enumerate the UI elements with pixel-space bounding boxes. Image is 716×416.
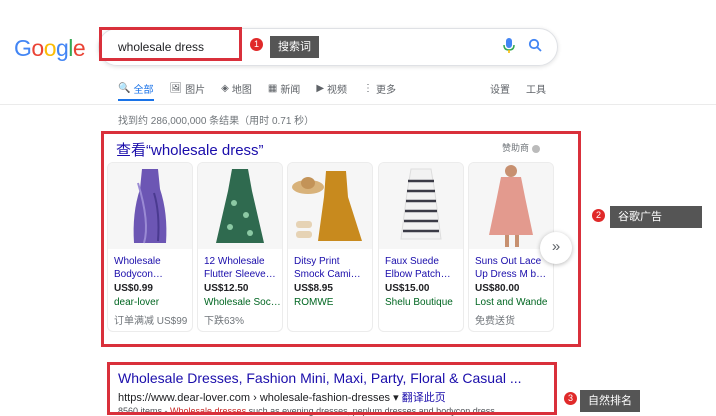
tab-label: 图片 (185, 84, 206, 96)
divider (0, 104, 716, 105)
tab-label: 更多 (376, 84, 397, 96)
tab-label: 视频 (327, 84, 348, 96)
search-term-highlight (99, 27, 242, 61)
annotation-badge-1: 1 (250, 38, 263, 51)
annotation-badge-2: 2 (592, 209, 605, 222)
logo-letter: o (31, 35, 44, 61)
search-icon[interactable] (528, 38, 542, 52)
tab-videos[interactable]: ▶ 视频 (316, 81, 348, 96)
tools-link[interactable]: 工具 (526, 81, 546, 96)
organic-result-highlight (107, 362, 557, 415)
logo-letter: G (14, 35, 32, 61)
more-vert-icon: ⋮ (363, 82, 374, 94)
microphone-icon[interactable] (502, 38, 516, 54)
tab-more[interactable]: ⋮ 更多 (363, 81, 397, 96)
map-icon: ◈ (221, 82, 229, 94)
active-tab-indicator (118, 99, 154, 101)
news-icon: ▦ (267, 82, 278, 94)
tab-label: 全部 (133, 84, 154, 96)
annotation-organic: 自然排名 (580, 390, 640, 412)
tab-all[interactable]: 🔍 全部 (118, 81, 154, 96)
search-icon: 🔍 (118, 82, 131, 94)
settings-link[interactable]: 设置 (490, 81, 510, 96)
annotation-search-term: 搜索词 (270, 36, 319, 58)
tab-news[interactable]: ▦ 新闻 (267, 81, 301, 96)
google-ads-highlight (101, 131, 581, 347)
tab-label: 新闻 (280, 84, 301, 96)
video-icon: ▶ (316, 82, 325, 94)
search-tabs: 🔍 全部 🖼 图片 ◈ 地图 ▦ 新闻 ▶ 视频 ⋮ 更多 (118, 81, 412, 96)
annotation-google-ads: 谷歌广告 (610, 206, 702, 228)
tab-images[interactable]: 🖼 图片 (169, 81, 206, 96)
tab-label: 地图 (231, 84, 252, 96)
google-logo[interactable]: Google (14, 35, 86, 62)
tab-maps[interactable]: ◈ 地图 (221, 81, 252, 96)
logo-letter: o (43, 35, 57, 61)
logo-letter: e (72, 35, 86, 61)
image-icon: 🖼 (169, 82, 183, 94)
annotation-badge-3: 3 (564, 392, 577, 405)
result-stats: 找到约 286,000,000 条结果（用时 0.71 秒） (118, 116, 315, 127)
logo-letter: g (55, 35, 69, 61)
